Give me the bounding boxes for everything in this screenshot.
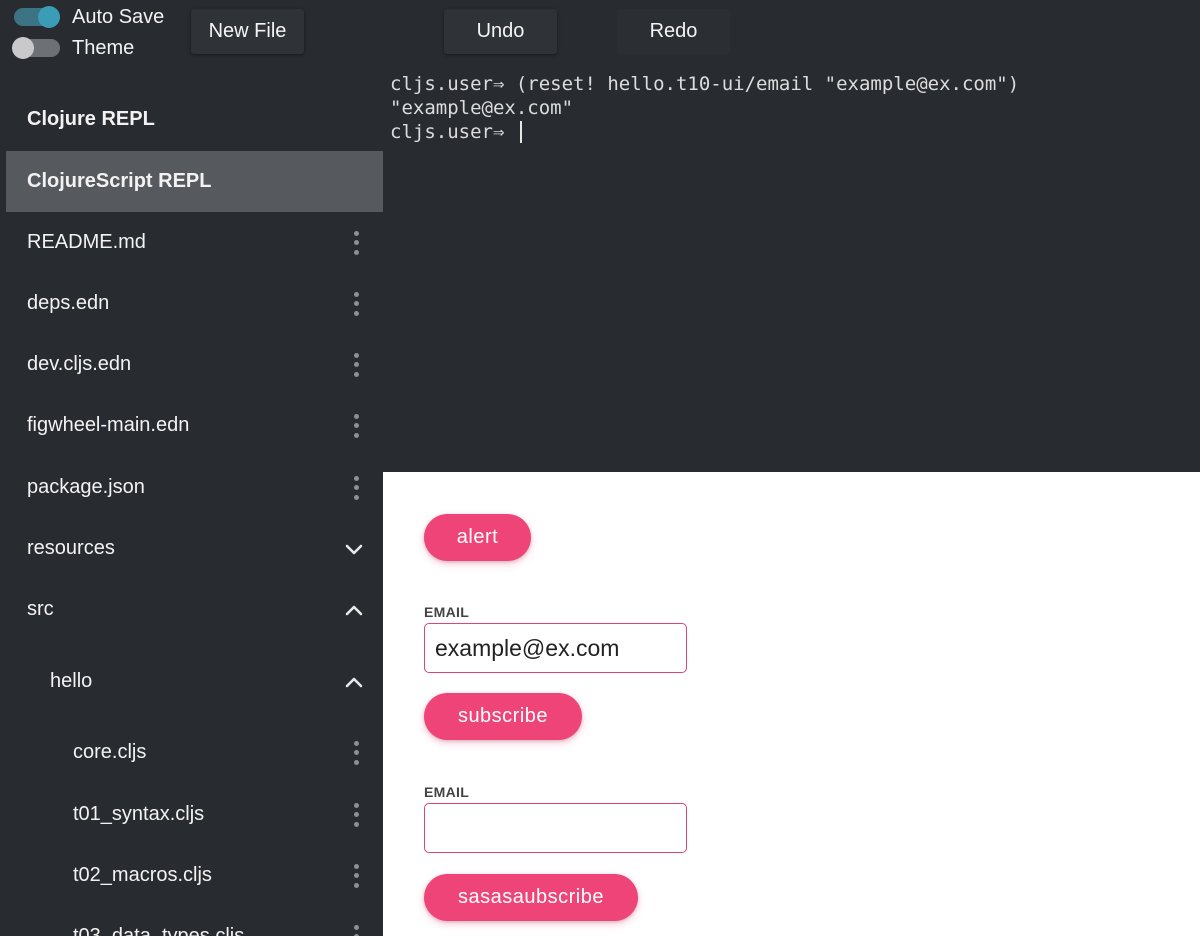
theme-label: Theme (72, 37, 135, 59)
more-vertical-icon[interactable] (353, 413, 359, 438)
sidebar-item-label: ClojureScript REPL (27, 170, 212, 192)
console-output-line: "example@ex.com" (390, 97, 574, 119)
sidebar-item-label: deps.edn (27, 292, 110, 314)
email-label: EMAIL (424, 784, 470, 800)
sidebar-folder-src[interactable]: src (6, 579, 383, 640)
sidebar-item-t01-syntax[interactable]: t01_syntax.cljs (6, 784, 383, 845)
console-prompt: cljs.user⇒ (390, 121, 516, 143)
chevron-up-icon[interactable] (345, 676, 363, 688)
sidebar-item-figwheel-main-edn[interactable]: figwheel-main.edn (6, 395, 383, 456)
theme-switch[interactable] (12, 37, 60, 59)
sidebar-item-label: src (27, 598, 54, 620)
email-label: EMAIL (424, 604, 470, 620)
email-field-empty[interactable] (424, 803, 687, 853)
sidebar-item-package-json[interactable]: package.json (6, 457, 383, 518)
sidebar-item-label: README.md (27, 231, 146, 253)
repl-console[interactable]: cljs.user⇒ (reset! hello.t10-ui/email "e… (390, 72, 1190, 144)
sidebar-item-deps-edn[interactable]: deps.edn (6, 273, 383, 334)
theme-toggle[interactable]: Theme (12, 37, 135, 59)
sidebar-item-label: t02_macros.cljs (73, 864, 212, 886)
auto-save-toggle[interactable]: Auto Save (14, 6, 164, 28)
app-window: Auto Save Theme New File Undo Redo Cloju… (0, 0, 1200, 936)
redo-button[interactable]: Redo (617, 9, 730, 54)
sidebar-item-label: dev.cljs.edn (27, 353, 132, 375)
theme-knob[interactable] (12, 37, 34, 59)
auto-save-switch[interactable] (14, 6, 60, 28)
sidebar-item-label: Clojure REPL (27, 108, 155, 130)
text-cursor (519, 121, 522, 143)
more-vertical-icon[interactable] (353, 352, 359, 377)
auto-save-knob[interactable] (38, 6, 60, 28)
more-vertical-icon[interactable] (353, 740, 359, 765)
sidebar-item-clojurescript-repl[interactable]: ClojureScript REPL (6, 151, 383, 212)
auto-save-label: Auto Save (72, 6, 165, 28)
sidebar-item-label: core.cljs (73, 741, 147, 763)
chevron-down-icon[interactable] (345, 543, 363, 555)
sidebar-item-label: package.json (27, 476, 145, 498)
file-sidebar: Clojure REPL ClojureScript REPL README.m… (0, 89, 383, 936)
email-field[interactable] (424, 623, 687, 673)
sidebar-item-label: hello (50, 670, 93, 692)
sidebar-item-label: resources (27, 537, 115, 559)
sasasaubscribe-button[interactable]: sasasaubscribe (424, 874, 638, 921)
sidebar-item-t03-data-types[interactable]: t03_data_types.cljs (6, 906, 383, 936)
more-vertical-icon[interactable] (353, 291, 359, 316)
sidebar-folder-resources[interactable]: resources (6, 518, 383, 579)
sidebar-item-t02-macros[interactable]: t02_macros.cljs (6, 845, 383, 906)
sidebar-item-core-cljs[interactable]: core.cljs (6, 722, 383, 783)
more-vertical-icon[interactable] (353, 475, 359, 500)
sidebar-item-clojure-repl[interactable]: Clojure REPL (6, 89, 383, 150)
more-vertical-icon[interactable] (353, 863, 359, 888)
sidebar-item-dev-cljs-edn[interactable]: dev.cljs.edn (6, 334, 383, 395)
sidebar-item-label: t03_data_types.cljs (73, 925, 245, 936)
console-input-line: cljs.user⇒ (reset! hello.t10-ui/email "e… (390, 73, 1020, 95)
sidebar-folder-hello[interactable]: hello (6, 651, 383, 712)
alert-button[interactable]: alert (424, 514, 531, 561)
more-vertical-icon[interactable] (353, 802, 359, 827)
subscribe-button[interactable]: subscribe (424, 693, 582, 740)
sidebar-item-label: t01_syntax.cljs (73, 803, 205, 825)
more-vertical-icon[interactable] (353, 924, 359, 936)
sidebar-item-label: figwheel-main.edn (27, 414, 190, 436)
new-file-button[interactable]: New File (191, 9, 304, 54)
more-vertical-icon[interactable] (353, 230, 359, 255)
undo-button[interactable]: Undo (444, 9, 557, 54)
chevron-up-icon[interactable] (345, 604, 363, 616)
ui-preview-panel: alert EMAIL subscribe EMAIL sasasaubscri… (383, 472, 1200, 936)
sidebar-item-readme[interactable]: README.md (6, 212, 383, 273)
console-prompt-line[interactable]: cljs.user⇒ (390, 120, 1190, 144)
